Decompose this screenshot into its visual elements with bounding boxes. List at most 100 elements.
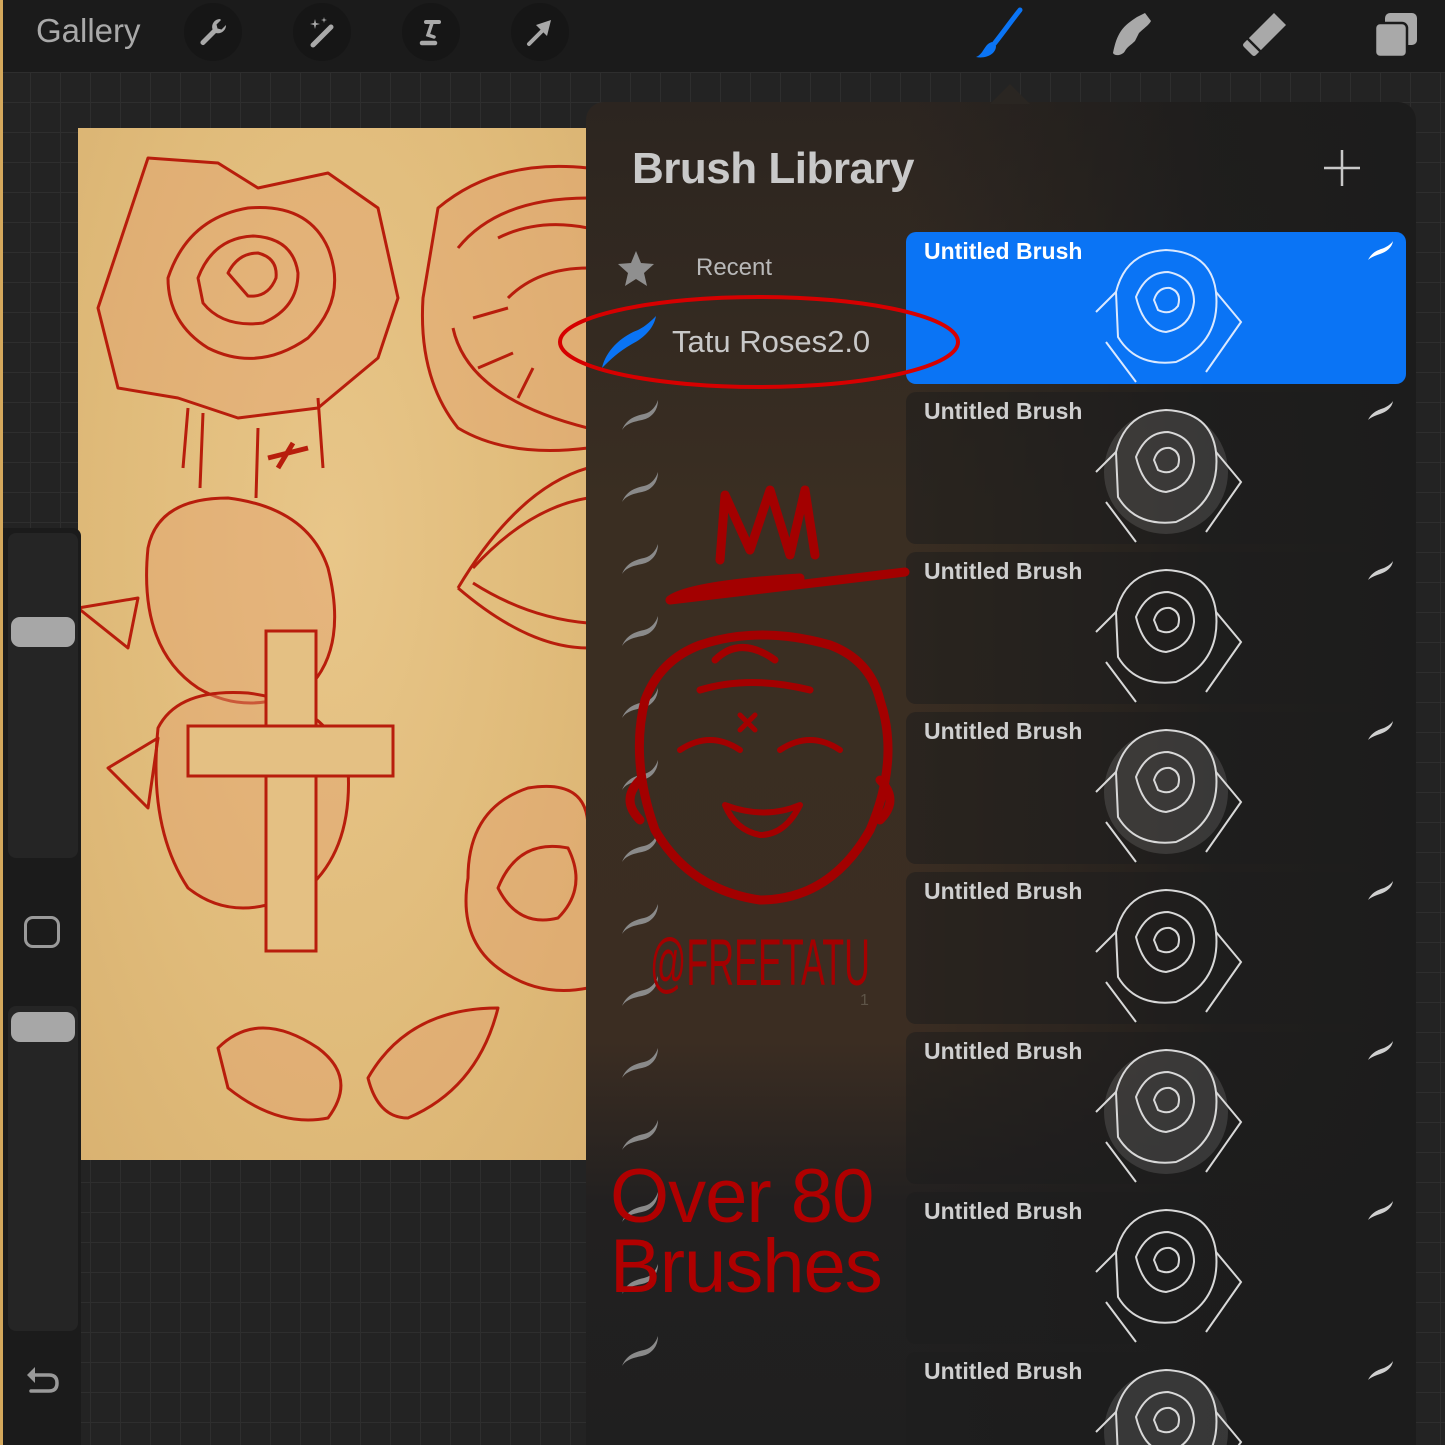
brush-set-item[interactable] xyxy=(620,608,660,648)
brush-set-item[interactable] xyxy=(620,752,660,792)
add-brush-set-button[interactable] xyxy=(1320,146,1364,190)
brush-name: Untitled Brush xyxy=(924,878,1083,904)
brush-stroke-icon xyxy=(622,1120,658,1150)
selection-button[interactable] xyxy=(402,3,460,61)
brush-size-thumb[interactable] xyxy=(11,617,75,647)
brush-stroke-icon xyxy=(622,832,658,862)
brush-name: Untitled Brush xyxy=(924,1038,1083,1064)
brush-size-slider[interactable] xyxy=(8,533,78,858)
brush-name: Untitled Brush xyxy=(924,1198,1083,1224)
brush-set-item[interactable] xyxy=(620,392,660,432)
brush-set-label: Tatu Roses2.0 xyxy=(672,324,871,359)
plus-icon xyxy=(1324,150,1360,186)
brush-set-recent[interactable]: Recent xyxy=(616,244,896,292)
layers-button[interactable] xyxy=(1366,4,1426,64)
rose-drawing xyxy=(96,156,400,499)
brush-stroke-icon xyxy=(622,760,658,790)
magic-wand-icon xyxy=(310,17,334,48)
brush-stroke-icon xyxy=(1368,401,1393,420)
brush-name: Untitled Brush xyxy=(924,558,1083,584)
brush-card[interactable]: Untitled Brush xyxy=(906,1032,1406,1184)
modify-button[interactable] xyxy=(24,916,60,948)
brush-stroke-icon xyxy=(602,316,656,368)
brush-card[interactable]: Untitled Brush xyxy=(906,1352,1406,1445)
brush-stroke-icon xyxy=(1368,881,1393,900)
brush-stroke-icon xyxy=(1368,1201,1393,1220)
brush-card[interactable]: Untitled Brush xyxy=(906,712,1406,864)
brush-stroke-icon xyxy=(622,544,658,574)
brush-name: Untitled Brush xyxy=(924,398,1083,424)
panel-title: Brush Library xyxy=(632,144,915,193)
brush-set-item[interactable] xyxy=(620,464,660,504)
brush-stroke-icon xyxy=(622,904,658,934)
undo-button[interactable] xyxy=(23,1363,63,1399)
rose-brush-preview xyxy=(1095,248,1243,383)
brush-stroke-icon xyxy=(1368,1041,1393,1060)
brush-opacity-thumb[interactable] xyxy=(11,1012,75,1042)
brush-set-label: Recent xyxy=(696,254,773,281)
eye-drawing xyxy=(456,466,588,650)
rose-brush-preview xyxy=(1095,408,1243,543)
promo-line-1: Over 80 xyxy=(610,1154,874,1239)
brush-set-item[interactable] xyxy=(620,896,660,936)
arrow-cursor-icon xyxy=(527,20,551,46)
brush-stroke-icon xyxy=(622,1336,658,1366)
rose-brush-preview xyxy=(1095,1368,1243,1445)
promo-text: Over 80 Brushes xyxy=(610,1154,883,1309)
brush-stroke-icon xyxy=(622,1048,658,1078)
smudge-tool-button[interactable] xyxy=(1102,4,1162,64)
actions-button[interactable] xyxy=(184,3,242,61)
rose-tattoo-illustration xyxy=(78,156,588,1122)
rose-brush-preview xyxy=(1095,568,1243,703)
rose-brush-preview xyxy=(1095,1048,1243,1183)
star-icon xyxy=(618,251,654,286)
rose-brush-preview xyxy=(1095,728,1243,863)
brush-stroke-icon xyxy=(1368,561,1393,580)
brush-stroke-icon xyxy=(622,688,658,718)
rose-brush-preview xyxy=(1095,888,1243,1023)
gallery-button[interactable]: Gallery xyxy=(36,12,141,50)
brush-card[interactable]: Untitled Brush xyxy=(906,552,1406,704)
panel-pointer xyxy=(990,84,1030,104)
brush-set-item[interactable] xyxy=(620,824,660,864)
brush-card[interactable]: Untitled Brush xyxy=(906,392,1406,544)
brush-set-item[interactable] xyxy=(620,680,660,720)
paintbrush-icon xyxy=(976,7,1023,58)
brush-name: Untitled Brush xyxy=(924,1358,1083,1384)
brush-stroke-icon xyxy=(622,616,658,646)
page-number: 1 xyxy=(860,992,869,1009)
selection-s-icon xyxy=(419,20,441,46)
brush-stroke-icon xyxy=(1368,1361,1393,1380)
brush-card[interactable]: Untitled Brush xyxy=(906,872,1406,1024)
brush-set-item[interactable] xyxy=(620,1040,660,1080)
brush-stroke-icon xyxy=(1368,721,1393,740)
brush-set-item[interactable] xyxy=(620,536,660,576)
eraser-icon xyxy=(1243,13,1286,56)
brush-card[interactable]: Untitled Brush xyxy=(906,1192,1406,1344)
brush-name: Untitled Brush xyxy=(924,238,1083,264)
brush-set-tatu-roses[interactable]: Tatu Roses2.0 xyxy=(598,312,908,372)
undo-arrow-icon xyxy=(27,1367,59,1393)
brush-stroke-icon xyxy=(622,472,658,502)
clock-rose-drawing xyxy=(420,164,588,452)
brush-opacity-slider[interactable] xyxy=(8,1006,78,1331)
left-sidebar xyxy=(3,528,81,1445)
brush-stroke-icon xyxy=(622,400,658,430)
brush-stroke-icon xyxy=(622,976,658,1006)
small-rose-drawing xyxy=(464,784,588,992)
rose-brush-preview xyxy=(1095,1208,1243,1343)
brush-tool-button[interactable] xyxy=(970,4,1030,64)
canvas-artwork[interactable] xyxy=(78,128,588,1160)
brush-set-item[interactable] xyxy=(620,1328,660,1368)
adjustments-button[interactable] xyxy=(293,3,351,61)
brush-card[interactable]: Untitled Brush xyxy=(906,232,1406,384)
transform-button[interactable] xyxy=(511,3,569,61)
layers-icon xyxy=(1373,13,1417,59)
top-toolbar: Gallery xyxy=(0,0,1445,72)
brush-set-item[interactable] xyxy=(620,1112,660,1152)
brush-set-item[interactable] xyxy=(620,968,660,1008)
brush-stroke-icon xyxy=(1368,241,1393,260)
wrench-icon xyxy=(200,19,227,45)
eraser-tool-button[interactable] xyxy=(1235,4,1295,64)
promo-line-2: Brushes xyxy=(610,1224,883,1309)
